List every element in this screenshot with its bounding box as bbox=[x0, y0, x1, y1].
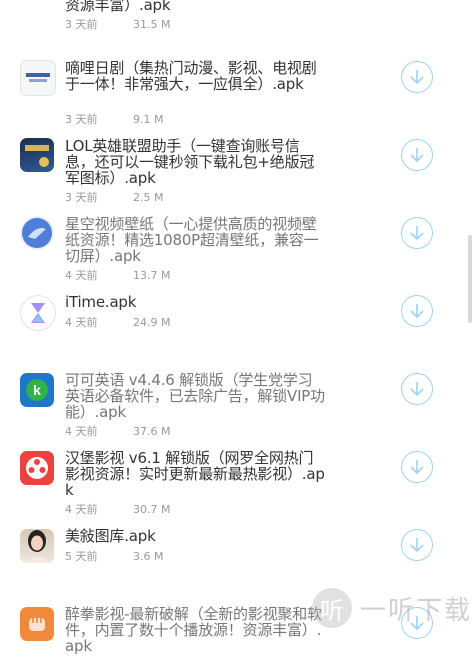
app-title[interactable]: 美敍图库.apk bbox=[65, 528, 327, 544]
download-button[interactable] bbox=[401, 61, 433, 93]
upload-time: 5 天前 bbox=[65, 550, 98, 563]
fist-app-icon[interactable] bbox=[20, 607, 54, 641]
starry-wallpaper-app-icon[interactable] bbox=[20, 216, 54, 250]
arrow-down-icon bbox=[410, 382, 424, 397]
app-title[interactable]: LOL英雄联盟助手（一键查询账号信息，还可以一键秒领下载礼包+绝版冠军图标）.a… bbox=[65, 138, 327, 186]
file-size: 31.5 M bbox=[133, 18, 171, 31]
dilidili-app-icon[interactable] bbox=[20, 60, 56, 96]
list-item[interactable]: iTime.apk 4 天前 24.9 M bbox=[0, 272, 472, 350]
app-title[interactable]: iTime.apk bbox=[65, 294, 327, 310]
list-item[interactable]: k 可可英语 v4.4.6 解锁版（学生党学习英语必备软件，已去除广告，解锁VI… bbox=[0, 350, 472, 438]
arrow-down-icon bbox=[410, 460, 424, 475]
app-meta: 4 天前 24.9 M bbox=[65, 314, 170, 330]
download-button[interactable] bbox=[401, 295, 433, 327]
lol-app-icon[interactable] bbox=[20, 138, 54, 172]
app-title[interactable]: 醉拳影视-最新破解（全新的影视聚和软件，内置了数十个播放源！资源丰富）.apk bbox=[65, 606, 327, 654]
list-item[interactable]: 嘀哩日剧（集热门动漫、影视、电视剧于一体！非常强大，一应俱全）.apk 3 天前… bbox=[0, 38, 472, 126]
list-item[interactable]: 星空视频壁纸（一心提供高质的视频壁纸资源！精选1080P超清壁纸，兼容一切屏）.… bbox=[0, 194, 472, 282]
list-item[interactable]: 汉堡影视 v6.1 解锁版（网罗全网热门影视资源！实时更新最新最热影视）.apk… bbox=[0, 428, 472, 516]
keke-english-app-icon[interactable]: k bbox=[20, 373, 54, 407]
list-item[interactable]: 美敍图库.apk 5 天前 3.6 M bbox=[0, 506, 472, 584]
download-button[interactable] bbox=[401, 529, 433, 561]
arrow-down-icon bbox=[410, 148, 424, 163]
download-button[interactable] bbox=[401, 451, 433, 483]
app-title[interactable]: 可可英语 v4.4.6 解锁版（学生党学习英语必备软件，已去除广告，解锁VIP功… bbox=[65, 372, 327, 420]
upload-time: 4 天前 bbox=[65, 316, 98, 329]
arrow-down-icon bbox=[410, 226, 424, 241]
file-size: 24.9 M bbox=[133, 316, 171, 329]
file-size: 3.6 M bbox=[133, 550, 164, 563]
download-button[interactable] bbox=[401, 373, 433, 405]
app-title[interactable]: 星空视频壁纸（一心提供高质的视频壁纸资源！精选1080P超清壁纸，兼容一切屏）.… bbox=[65, 216, 327, 264]
watermark-text: 一听下载 bbox=[360, 595, 472, 626]
portrait-app-icon[interactable] bbox=[20, 529, 54, 563]
hamburger-video-app-icon[interactable] bbox=[20, 451, 54, 485]
app-title[interactable]: 汉堡影视 v6.1 解锁版（网罗全网热门影视资源！实时更新最新最热影视）.apk bbox=[65, 450, 327, 498]
hourglass-app-icon[interactable] bbox=[20, 295, 56, 331]
download-button[interactable] bbox=[401, 217, 433, 249]
arrow-down-icon bbox=[410, 70, 424, 85]
download-button[interactable] bbox=[401, 139, 433, 171]
watermark-logo-icon: 听 bbox=[312, 588, 352, 628]
app-title[interactable]: 嘀哩日剧（集热门动漫、影视、电视剧于一体！非常强大，一应俱全）.apk bbox=[65, 60, 327, 92]
scrollbar[interactable] bbox=[468, 235, 472, 323]
svg-text:k: k bbox=[33, 382, 41, 398]
app-title: 资源丰富）.apk bbox=[65, 0, 171, 14]
app-meta: 5 天前 3.6 M bbox=[65, 548, 163, 564]
arrow-down-icon bbox=[410, 538, 424, 553]
list-item[interactable]: LOL英雄联盟助手（一键查询账号信息，还可以一键秒领下载礼包+绝版冠军图标）.a… bbox=[0, 116, 472, 204]
watermark: 听 一听下载 bbox=[312, 586, 472, 630]
upload-time: 3 天前 bbox=[65, 18, 98, 31]
app-meta: 3 天前 31.5 M bbox=[65, 16, 170, 32]
arrow-down-icon bbox=[410, 304, 424, 319]
